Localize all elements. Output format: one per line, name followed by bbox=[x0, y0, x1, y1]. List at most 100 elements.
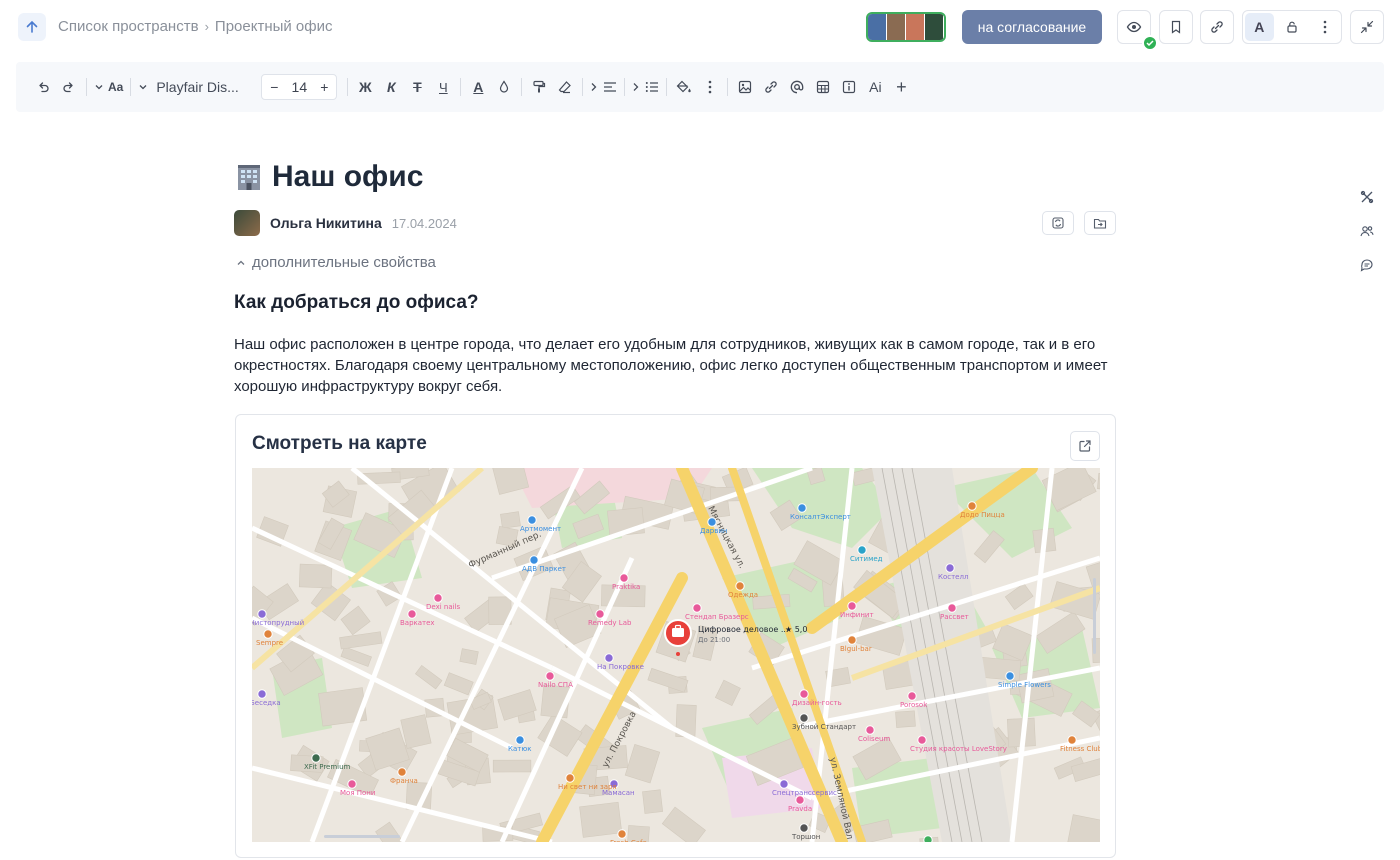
place-marker-icon[interactable] bbox=[595, 609, 605, 619]
place-label: Dexi nails bbox=[426, 603, 461, 611]
place-marker-icon[interactable] bbox=[797, 503, 807, 513]
place-marker-icon[interactable] bbox=[967, 501, 977, 511]
insert-image-button[interactable] bbox=[732, 72, 758, 102]
format-painter-button[interactable] bbox=[526, 72, 552, 102]
redo-button[interactable] bbox=[56, 72, 82, 102]
place-marker-icon[interactable] bbox=[692, 603, 702, 613]
place-marker-icon[interactable] bbox=[779, 779, 789, 789]
paint-bucket-icon bbox=[676, 80, 692, 93]
place-label: Remedy Lab bbox=[588, 619, 632, 627]
place-marker-icon[interactable] bbox=[847, 635, 857, 645]
place-label: Студия красоты LoveStory bbox=[910, 745, 1007, 753]
author-avatar[interactable] bbox=[234, 210, 260, 236]
place-marker-icon[interactable] bbox=[515, 735, 525, 745]
insert-table-button[interactable] bbox=[810, 72, 836, 102]
page-title[interactable]: Наш офис bbox=[234, 150, 1116, 204]
place-marker-icon[interactable] bbox=[257, 689, 267, 699]
place-marker-icon[interactable] bbox=[545, 671, 555, 681]
place-marker-icon[interactable] bbox=[433, 593, 443, 603]
underline-button[interactable]: Ч bbox=[430, 72, 456, 102]
building-block bbox=[459, 648, 479, 665]
fill-color-button[interactable] bbox=[671, 72, 697, 102]
collapse-button[interactable] bbox=[1350, 10, 1384, 44]
breadcrumb-item-project-office[interactable]: Проектный офис bbox=[215, 18, 333, 35]
text-color-button[interactable]: A bbox=[465, 72, 491, 102]
font-size-value[interactable]: 14 bbox=[286, 79, 312, 95]
insert-info-block-button[interactable] bbox=[836, 72, 862, 102]
navigate-up-button[interactable] bbox=[18, 13, 46, 41]
place-marker-icon[interactable] bbox=[527, 515, 537, 525]
breadcrumb-item-spaces[interactable]: Список пространств bbox=[58, 18, 199, 35]
font-size-dropdown[interactable]: Aa bbox=[91, 72, 126, 102]
ai-assistant-button[interactable]: Ai bbox=[862, 72, 888, 102]
list-dropdown[interactable] bbox=[629, 72, 662, 102]
additional-properties-toggle[interactable]: дополнительные свойства bbox=[236, 254, 436, 271]
place-marker-icon[interactable] bbox=[945, 563, 955, 573]
highlight-button[interactable] bbox=[491, 72, 517, 102]
place-marker-icon[interactable] bbox=[857, 545, 867, 555]
place-marker-icon[interactable] bbox=[619, 573, 629, 583]
font-family-dropdown[interactable]: Playfair Dis... bbox=[135, 72, 255, 102]
more-options-button[interactable] bbox=[1308, 11, 1341, 43]
place-marker-icon[interactable] bbox=[847, 601, 857, 611]
chevron-right-icon bbox=[633, 83, 639, 91]
map-view[interactable]: Мясницкая ул. Фурманный пер. ул. Покровк… bbox=[252, 468, 1100, 842]
place-label: Инфинит bbox=[840, 611, 874, 619]
undo-button[interactable] bbox=[30, 72, 56, 102]
font-style-toggle[interactable]: A bbox=[1245, 13, 1274, 41]
italic-button[interactable]: К bbox=[378, 72, 404, 102]
bold-button[interactable]: Ж bbox=[352, 72, 378, 102]
place-marker-icon[interactable] bbox=[311, 753, 321, 763]
strikethrough-button[interactable]: Т bbox=[404, 72, 430, 102]
place-marker-icon[interactable] bbox=[397, 767, 407, 777]
participants-panel-button[interactable] bbox=[1357, 214, 1377, 248]
version-history-button[interactable] bbox=[1042, 211, 1074, 235]
place-marker-icon[interactable] bbox=[529, 555, 539, 565]
send-for-approval-button[interactable]: на согласование bbox=[962, 10, 1102, 44]
map-scrollbar-vertical[interactable] bbox=[1093, 578, 1096, 654]
place-marker-icon[interactable] bbox=[799, 689, 809, 699]
lock-button[interactable] bbox=[1276, 11, 1309, 43]
tasks-panel-button[interactable] bbox=[1357, 180, 1377, 214]
place-marker-icon[interactable] bbox=[1067, 735, 1077, 745]
place-marker-icon[interactable] bbox=[1005, 671, 1015, 681]
comments-panel-button[interactable] bbox=[1357, 248, 1377, 282]
place-marker-icon[interactable] bbox=[263, 629, 273, 639]
mention-button[interactable] bbox=[784, 72, 810, 102]
place-marker-icon[interactable] bbox=[735, 581, 745, 591]
place-marker-icon[interactable] bbox=[257, 609, 267, 619]
place-marker-icon[interactable] bbox=[347, 779, 357, 789]
open-map-external-button[interactable] bbox=[1070, 431, 1100, 461]
place-marker-icon[interactable] bbox=[799, 823, 809, 833]
place-label: Додо Пицца bbox=[960, 511, 1005, 519]
place-marker-icon[interactable] bbox=[917, 735, 927, 745]
author-name[interactable]: Ольга Никитина bbox=[270, 215, 382, 231]
place-marker-icon[interactable] bbox=[565, 773, 575, 783]
place-marker-icon[interactable] bbox=[617, 829, 627, 839]
place-marker-icon[interactable] bbox=[799, 713, 809, 723]
more-formatting-button[interactable] bbox=[697, 72, 723, 102]
map-scrollbar-horizontal[interactable] bbox=[324, 835, 400, 838]
bookmark-button[interactable] bbox=[1159, 10, 1193, 44]
place-marker-icon[interactable] bbox=[923, 835, 933, 842]
place-label: Рассвет bbox=[940, 613, 969, 621]
font-size-increase-button[interactable]: + bbox=[312, 79, 336, 95]
copy-link-button[interactable] bbox=[1200, 10, 1234, 44]
place-marker-icon[interactable] bbox=[865, 725, 875, 735]
place-marker-icon[interactable] bbox=[947, 603, 957, 613]
place-marker-icon[interactable] bbox=[407, 609, 417, 619]
place-marker-icon[interactable] bbox=[907, 691, 917, 701]
place-marker-icon[interactable] bbox=[707, 517, 717, 527]
move-to-folder-button[interactable] bbox=[1084, 211, 1116, 235]
align-dropdown[interactable] bbox=[587, 72, 620, 102]
insert-more-button[interactable]: + bbox=[888, 72, 914, 102]
collaborators-avatars[interactable] bbox=[866, 12, 946, 42]
font-size-decrease-button[interactable]: − bbox=[262, 79, 286, 95]
place-marker-icon[interactable] bbox=[795, 795, 805, 805]
view-mode-button[interactable] bbox=[1117, 10, 1158, 51]
toolbar-divider bbox=[521, 78, 523, 96]
place-marker-icon[interactable] bbox=[604, 653, 614, 663]
map-canvas[interactable]: Мясницкая ул. Фурманный пер. ул. Покровк… bbox=[252, 468, 1100, 842]
insert-link-button[interactable] bbox=[758, 72, 784, 102]
clear-format-button[interactable] bbox=[552, 72, 578, 102]
